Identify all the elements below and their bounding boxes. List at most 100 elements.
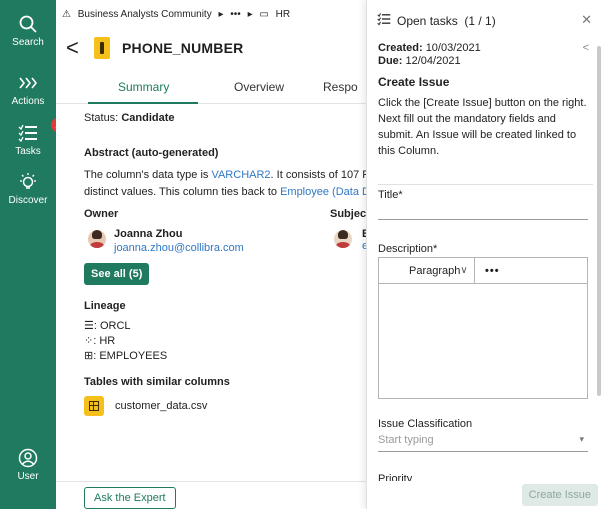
panel-title: Open tasks (1 / 1) [397,14,496,28]
abstract-text-part: distinct values. This column ties back t… [84,186,281,198]
chevron-down-icon: ∨ [460,265,468,276]
lineage-item[interactable]: ⁘: HR [84,334,167,349]
similar-table-link[interactable]: customer_data.csv [115,400,207,412]
lineage-item[interactable]: ☰: ORCL [84,319,167,334]
data-type-link[interactable]: VARCHAR2 [211,169,270,181]
table-icon: ⊞ [84,350,94,362]
lightbulb-icon [18,172,38,192]
tab-responsibilities[interactable]: Respo [323,80,358,94]
breadcrumb-separator: ▸ [247,9,253,20]
rail-actions-label: Actions [11,96,45,107]
created-label: Created: [378,42,423,54]
priority-label: Priority [378,473,413,481]
create-issue-button[interactable]: Create Issue [521,484,598,506]
app: Search Actions 2 Tasks Discover User [0,0,603,509]
see-all-button[interactable]: See all (5) [84,263,150,285]
column-icon [94,37,110,59]
abstract-heading: Abstract (auto-generated) [84,147,219,159]
due-line: Due: 12/04/2021 [378,55,593,67]
title-row: < PHONE_NUMBER [66,36,243,60]
owner-info: Joanna Zhou joanna.zhou@collibra.com [114,228,244,254]
task-count: (1 / 1) [464,14,496,28]
created-line: Created: 10/03/2021 [378,42,593,54]
more-options-icon[interactable]: ••• [475,265,500,277]
classification-input[interactable]: Start typing ▾ [378,434,588,452]
schema-icon: ⁘ [84,335,94,347]
close-icon[interactable]: ✕ [581,12,592,28]
panel-scrollbar[interactable] [597,46,601,396]
owner-name[interactable]: Joanna Zhou [114,228,244,240]
share-icon[interactable]: < [583,42,589,54]
panel-footer: Create Issue [367,481,603,509]
status-line: Status: Candidate [84,112,175,124]
classification-placeholder: Start typing [378,434,434,446]
owner-email[interactable]: joanna.zhou@collibra.com [114,242,244,254]
user-icon [18,448,38,468]
main-content: ⚠ Business Analysts Community ▸ ••• ▸ ▭ … [56,0,366,509]
task-description: Click the [Create Issue] button on the r… [378,97,587,157]
back-icon[interactable]: < [66,37,88,59]
page-title: PHONE_NUMBER [122,40,244,56]
database-icon: ☰ [84,320,94,332]
rail-discover[interactable]: Discover [0,172,56,206]
classification-label: Issue Classification [378,418,473,430]
left-rail: Search Actions 2 Tasks Discover User [0,0,65,509]
description-editor[interactable]: Paragraph ∨ ••• [378,257,588,399]
chevrons-right-icon [18,73,38,93]
rail-user[interactable]: User [0,448,56,482]
lineage-heading: Lineage [84,300,126,312]
panel-header: Open tasks (1 / 1) ✕ [367,0,603,36]
rail-tasks-label: Tasks [15,146,41,157]
due-label: Due: [378,55,403,67]
tasks-icon: 2 [18,118,65,143]
task-body: Created: 10/03/2021 Due: 12/04/2021 < Cr… [378,42,593,159]
tab-bar: Summary Overview Respo [56,80,366,104]
breadcrumb-schema[interactable]: HR [276,9,290,20]
abstract-text: The column's data type is VARCHAR2. It c… [84,167,366,201]
abstract-text-part: . It consists of 107 Rows [270,169,366,181]
breadcrumb-ellipsis[interactable]: ••• [230,9,241,20]
table-icon [84,396,104,416]
owner-avatar [88,230,106,248]
active-tab-indicator [88,102,198,104]
tasks-icon [377,12,391,31]
open-tasks-panel: Open tasks (1 / 1) ✕ Created: 10/03/2021… [366,0,603,509]
description-field-label: Description* [378,243,438,255]
lineage-item-label: : EMPLOYEES [93,350,168,362]
rail-search[interactable]: Search [0,14,56,48]
breadcrumb: ⚠ Business Analysts Community ▸ ••• ▸ ▭ … [62,9,294,20]
tab-summary[interactable]: Summary [118,80,169,94]
title-input[interactable] [378,200,588,220]
subject-heading: Subject [330,208,366,220]
similar-heading: Tables with similar columns [84,376,230,388]
dropdown-caret-icon: ▾ [579,434,584,444]
lineage-item-label: : ORCL [93,320,131,332]
lineage-item-label: : HR [93,335,116,347]
task-title: Create Issue [378,75,450,89]
divider [378,184,593,185]
lineage-item[interactable]: ⊞: EMPLOYEES [84,349,167,364]
rail-tasks[interactable]: 2 Tasks [0,118,65,157]
due-value: 12/04/2021 [405,55,461,67]
search-icon [18,14,38,34]
tab-overview[interactable]: Overview [234,80,284,94]
subject-avatar [334,230,352,248]
lineage-list: ☰: ORCL ⁘: HR ⊞: EMPLOYEES [84,319,167,364]
community-icon: ⚠ [62,9,71,20]
breadcrumb-separator: ▸ [218,9,224,20]
breadcrumb-community[interactable]: Business Analysts Community [78,9,212,20]
status-value: Candidate [121,112,175,124]
rail-actions[interactable]: Actions [0,73,56,107]
editor-toolbar: Paragraph ∨ ••• [379,257,587,284]
rail-discover-label: Discover [8,195,48,206]
paragraph-select[interactable]: Paragraph ∨ [379,257,475,284]
created-value: 10/03/2021 [425,42,481,54]
owner-heading: Owner [84,208,119,220]
status-label: Status: [84,112,119,124]
employee-link[interactable]: Employee (Data Don [280,186,366,198]
rail-search-label: Search [12,37,44,48]
schema-icon: ▭ [259,9,269,20]
ask-the-expert-button[interactable]: Ask the Expert [84,487,176,509]
paragraph-select-value: Paragraph [409,264,461,277]
abstract-text-part: The column's data type is [84,169,212,181]
